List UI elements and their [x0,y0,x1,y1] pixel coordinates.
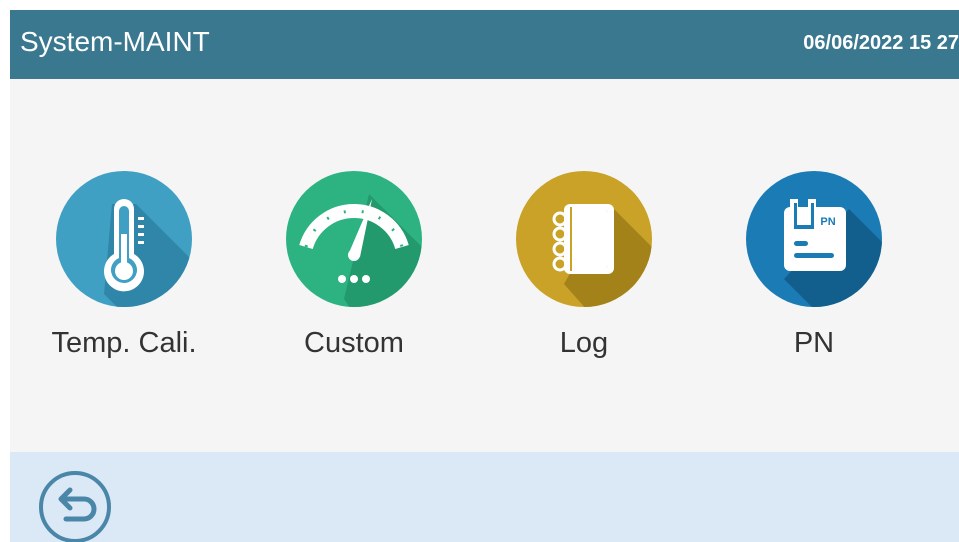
pn-document-icon: PN [746,171,882,307]
custom-button[interactable]: Custom [244,169,464,369]
gauge-icon [286,171,422,307]
header-bar: System-MAINT 06/06/2022 15 27 [10,10,959,79]
page-title: System-MAINT [20,26,210,57]
thermometer-icon [56,171,192,307]
notebook-icon [516,171,652,307]
back-arrow-icon[interactable] [36,468,114,542]
log-label: Log [559,327,609,359]
maintenance-screen: System-MAINT 06/06/2022 15 27 Temp. Cali… [10,10,959,542]
pn-icon-text: PN [820,216,835,228]
temp-cali-button[interactable]: Temp. Cali. [14,169,234,369]
footer-bar [10,452,959,542]
pn-label: PN [793,327,835,359]
pn-button[interactable]: PN PN [704,169,924,369]
temp-cali-label: Temp. Cali. [51,327,197,359]
log-button[interactable]: Log [474,169,694,369]
custom-label: Custom [304,327,404,359]
datetime-display: 06/06/2022 15 27 [803,32,959,54]
